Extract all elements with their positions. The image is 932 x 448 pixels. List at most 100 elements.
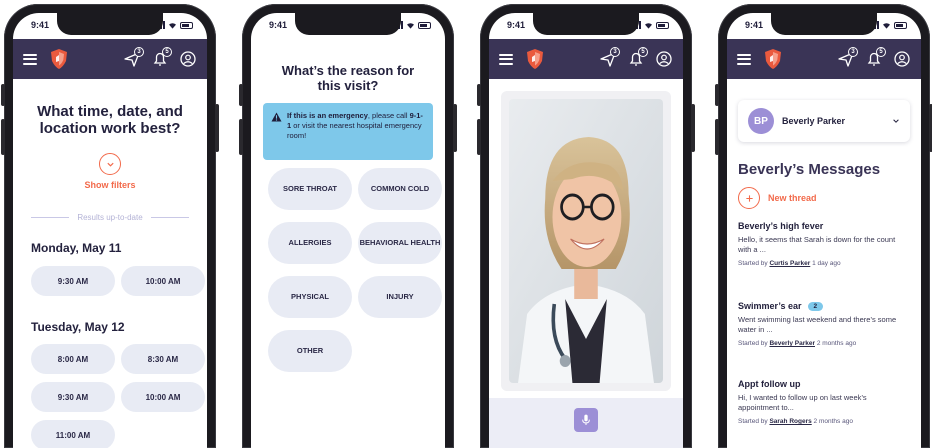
status-time: 9:41 xyxy=(269,20,288,30)
bell-icon[interactable]: 5 xyxy=(865,47,886,68)
thread-title: Appt follow up xyxy=(738,379,801,389)
page-title: Beverly’s Messages xyxy=(738,161,881,178)
thread-author-link[interactable]: Sarah Rogers xyxy=(769,418,811,425)
video-frame xyxy=(501,91,671,391)
time-slot[interactable]: 11:00 AM xyxy=(31,420,115,448)
bell-icon[interactable]: 5 xyxy=(151,47,172,68)
wifi-icon xyxy=(169,22,176,29)
doctor-portrait-image xyxy=(509,99,663,383)
results-divider: Results up-to-date xyxy=(31,213,189,222)
message-thread[interactable]: Appt follow up Hi, I wanted to follow up… xyxy=(738,379,910,425)
schedule-screen: 9:41 3 5 What time, date, and location w… xyxy=(13,13,207,448)
reason-chip[interactable]: SORE THROAT xyxy=(268,168,352,210)
time-slot[interactable]: 9:30 AM xyxy=(31,266,115,296)
reason-chip[interactable]: OTHER xyxy=(268,330,352,372)
menu-icon[interactable] xyxy=(23,53,37,65)
visit-reason-screen: 9:41 What’s the reason for this visit? I… xyxy=(251,13,445,448)
alert-lead: If this is an emergency xyxy=(287,111,368,120)
alert-text: or visit the nearest hospital emergency … xyxy=(287,121,422,140)
started-by-label: Started by xyxy=(738,340,768,347)
unread-count-badge: 2 xyxy=(807,301,824,311)
status-time: 9:41 xyxy=(507,20,526,30)
top-nav: 3 5 xyxy=(727,39,921,79)
reason-chip[interactable]: ALLERGIES xyxy=(268,222,352,264)
day-label-monday: Monday, May 11 xyxy=(31,241,122,255)
started-by-label: Started by xyxy=(738,260,768,267)
time-slot[interactable]: 8:00 AM xyxy=(31,344,115,374)
battery-icon xyxy=(180,21,193,29)
emergency-alert: If this is an emergency, please call 9-1… xyxy=(263,103,433,160)
thread-meta: Started by Beverly Parker 2 months ago xyxy=(738,340,910,347)
status-time: 9:41 xyxy=(745,20,764,30)
messages-count-badge: 3 xyxy=(134,47,144,57)
profile-icon[interactable] xyxy=(893,50,911,68)
battery-icon xyxy=(418,21,431,29)
shield-logo-icon[interactable] xyxy=(525,48,545,70)
notifications-count-badge: 5 xyxy=(638,47,648,57)
thread-preview: Went swimming last weekend and there’s s… xyxy=(738,315,897,334)
thread-title: Beverly’s high fever xyxy=(738,221,824,231)
shield-logo-icon[interactable] xyxy=(49,48,69,70)
mic-toggle-button[interactable] xyxy=(574,408,598,432)
alert-text: , please call xyxy=(367,111,410,120)
new-thread-label: New thread xyxy=(768,193,817,203)
filter-toggle-button[interactable] xyxy=(99,153,121,175)
reason-chip[interactable]: PHYSICAL xyxy=(268,276,352,318)
messages-screen: 9:41 3 5 BP Beverly Parker Beverly’s Mes… xyxy=(727,13,921,448)
time-slot[interactable]: 8:30 AM xyxy=(121,344,205,374)
thread-author-link[interactable]: Beverly Parker xyxy=(769,340,815,347)
status-time: 9:41 xyxy=(31,20,50,30)
reason-chip[interactable]: INJURY xyxy=(358,276,442,318)
time-slot[interactable]: 9:30 AM xyxy=(31,382,115,412)
phone-video-call: 9:41 3 5 xyxy=(477,4,695,448)
battery-icon xyxy=(894,21,907,29)
day-label-tuesday: Tuesday, May 12 xyxy=(31,320,125,334)
thread-author-link[interactable]: Curtis Parker xyxy=(769,260,810,267)
time-slot[interactable]: 10:00 AM xyxy=(121,382,205,412)
phone-messages: 9:41 3 5 BP Beverly Parker Beverly’s Mes… xyxy=(715,4,932,448)
reason-chip[interactable]: BEHAVIORAL HEALTH xyxy=(358,222,442,264)
messages-count-badge: 3 xyxy=(610,47,620,57)
new-thread-button[interactable]: New thread xyxy=(738,187,817,209)
phone-schedule: 9:41 3 5 What time, date, and location w… xyxy=(1,4,219,448)
profile-icon[interactable] xyxy=(655,50,673,68)
wifi-icon xyxy=(883,22,890,29)
thread-meta: Started by Sarah Rogers 2 months ago xyxy=(738,418,910,425)
avatar: BP xyxy=(748,108,774,134)
thread-preview: Hi, I wanted to follow up on last week’s… xyxy=(738,393,867,412)
shield-logo-icon[interactable] xyxy=(763,48,783,70)
reason-chip[interactable]: COMMON COLD xyxy=(358,168,442,210)
message-thread[interactable]: Beverly’s high fever Hello, it seems tha… xyxy=(738,221,910,267)
results-status: Results up-to-date xyxy=(77,213,143,222)
thread-preview: Hello, it seems that Sarah is down for t… xyxy=(738,235,896,254)
messages-icon[interactable]: 3 xyxy=(123,47,144,68)
thread-title: Swimmer’s ear xyxy=(738,301,802,311)
bell-icon[interactable]: 5 xyxy=(627,47,648,68)
top-nav: 3 5 xyxy=(489,39,683,79)
wifi-icon xyxy=(407,22,414,29)
phone-visit-reason: 9:41 What’s the reason for this visit? I… xyxy=(239,4,457,448)
page-title: What time, date, and location work best? xyxy=(37,103,183,137)
patient-selector[interactable]: BP Beverly Parker xyxy=(738,100,910,142)
thread-age: 2 months ago xyxy=(813,418,853,425)
time-slot[interactable]: 10:00 AM xyxy=(121,266,205,296)
show-filters-link[interactable]: Show filters xyxy=(13,180,207,190)
patient-name: Beverly Parker xyxy=(782,116,846,126)
notch xyxy=(295,13,401,35)
battery-icon xyxy=(656,21,669,29)
doctor-video-feed xyxy=(509,99,663,383)
plus-icon xyxy=(738,187,760,209)
messages-icon[interactable]: 3 xyxy=(837,47,858,68)
notifications-count-badge: 5 xyxy=(162,47,172,57)
chevron-down-icon xyxy=(106,162,114,167)
video-call-screen: 9:41 3 5 xyxy=(489,13,683,448)
warning-icon xyxy=(271,112,282,122)
profile-icon[interactable] xyxy=(179,50,197,68)
menu-icon[interactable] xyxy=(737,53,751,65)
message-thread[interactable]: Swimmer’s ear 2 Went swimming last weeke… xyxy=(738,301,910,347)
menu-icon[interactable] xyxy=(499,53,513,65)
thread-meta: Started by Curtis Parker 1 day ago xyxy=(738,260,910,267)
notch xyxy=(533,13,639,35)
messages-icon[interactable]: 3 xyxy=(599,47,620,68)
notch xyxy=(57,13,163,35)
